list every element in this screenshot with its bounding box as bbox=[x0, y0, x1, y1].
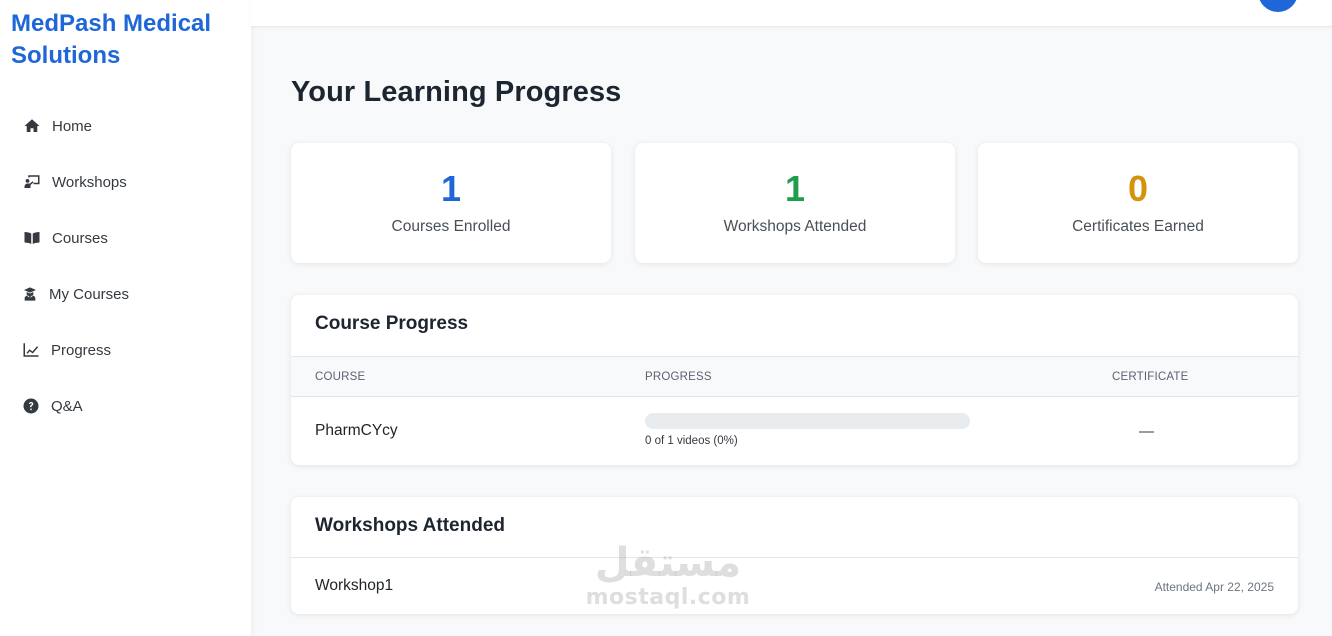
question-circle-icon bbox=[22, 396, 40, 416]
progress-bar bbox=[645, 413, 970, 429]
top-bar bbox=[251, 0, 1332, 27]
home-icon bbox=[22, 116, 42, 136]
stat-label: Certificates Earned bbox=[1072, 218, 1204, 235]
stat-value: 1 bbox=[784, 168, 806, 209]
sidebar: MedPash Medical Solutions Home Workshops… bbox=[0, 0, 251, 636]
sidebar-item-label: Home bbox=[52, 117, 93, 135]
sidebar-item-label: Courses bbox=[52, 229, 108, 247]
column-header-course: COURSE bbox=[315, 371, 366, 383]
sidebar-item-courses[interactable]: Courses bbox=[22, 223, 108, 253]
graduate-icon bbox=[22, 284, 38, 304]
sidebar-item-label: Q&A bbox=[51, 397, 83, 415]
brand-line-1: MedPash Medical bbox=[11, 10, 212, 37]
sidebar-item-home[interactable]: Home bbox=[22, 111, 92, 141]
stat-value: 1 bbox=[440, 168, 462, 209]
panel-title: Workshops Attended bbox=[315, 515, 506, 536]
table-header: COURSE PROGRESS CERTIFICATE bbox=[291, 356, 1298, 397]
sidebar-item-label: Workshops bbox=[52, 173, 127, 191]
stat-label: Courses Enrolled bbox=[391, 218, 511, 235]
certificate-status: — bbox=[1139, 423, 1154, 440]
sidebar-item-workshops[interactable]: Workshops bbox=[22, 167, 127, 197]
sidebar-item-label: My Courses bbox=[49, 285, 130, 303]
column-header-certificate: CERTIFICATE bbox=[1112, 371, 1189, 383]
attended-date: Attended Apr 22, 2025 bbox=[1154, 580, 1274, 594]
sidebar-item-label: Progress bbox=[51, 341, 112, 359]
page-title: Your Learning Progress bbox=[291, 76, 622, 108]
column-header-progress: PROGRESS bbox=[645, 371, 712, 383]
sidebar-item-my-courses[interactable]: My Courses bbox=[22, 279, 129, 309]
brand-line-2: Solutions bbox=[11, 42, 121, 69]
chart-line-icon bbox=[22, 340, 40, 360]
stat-label: Workshops Attended bbox=[723, 218, 867, 235]
book-icon bbox=[22, 228, 42, 248]
stat-value: 0 bbox=[1127, 168, 1149, 209]
stat-card-certificates-earned: 0 Certificates Earned bbox=[978, 143, 1298, 263]
brand-logo[interactable]: MedPash Medical Solutions bbox=[11, 8, 241, 72]
course-name[interactable]: PharmCYcy bbox=[315, 422, 398, 440]
panel-title: Course Progress bbox=[315, 313, 469, 334]
divider bbox=[291, 557, 1298, 558]
stat-card-workshops-attended: 1 Workshops Attended bbox=[635, 143, 955, 263]
workshop-name[interactable]: Workshop1 bbox=[315, 577, 393, 595]
workshops-attended-panel: Workshops Attended Workshop1 Attended Ap… bbox=[291, 497, 1298, 614]
course-progress-panel: Course Progress COURSE PROGRESS CERTIFIC… bbox=[291, 295, 1298, 465]
presentation-icon bbox=[22, 172, 42, 192]
sidebar-item-qa[interactable]: Q&A bbox=[22, 391, 83, 421]
sidebar-item-progress[interactable]: Progress bbox=[22, 335, 111, 365]
stat-card-courses-enrolled: 1 Courses Enrolled bbox=[291, 143, 611, 263]
progress-text: 0 of 1 videos (0%) bbox=[645, 435, 738, 447]
